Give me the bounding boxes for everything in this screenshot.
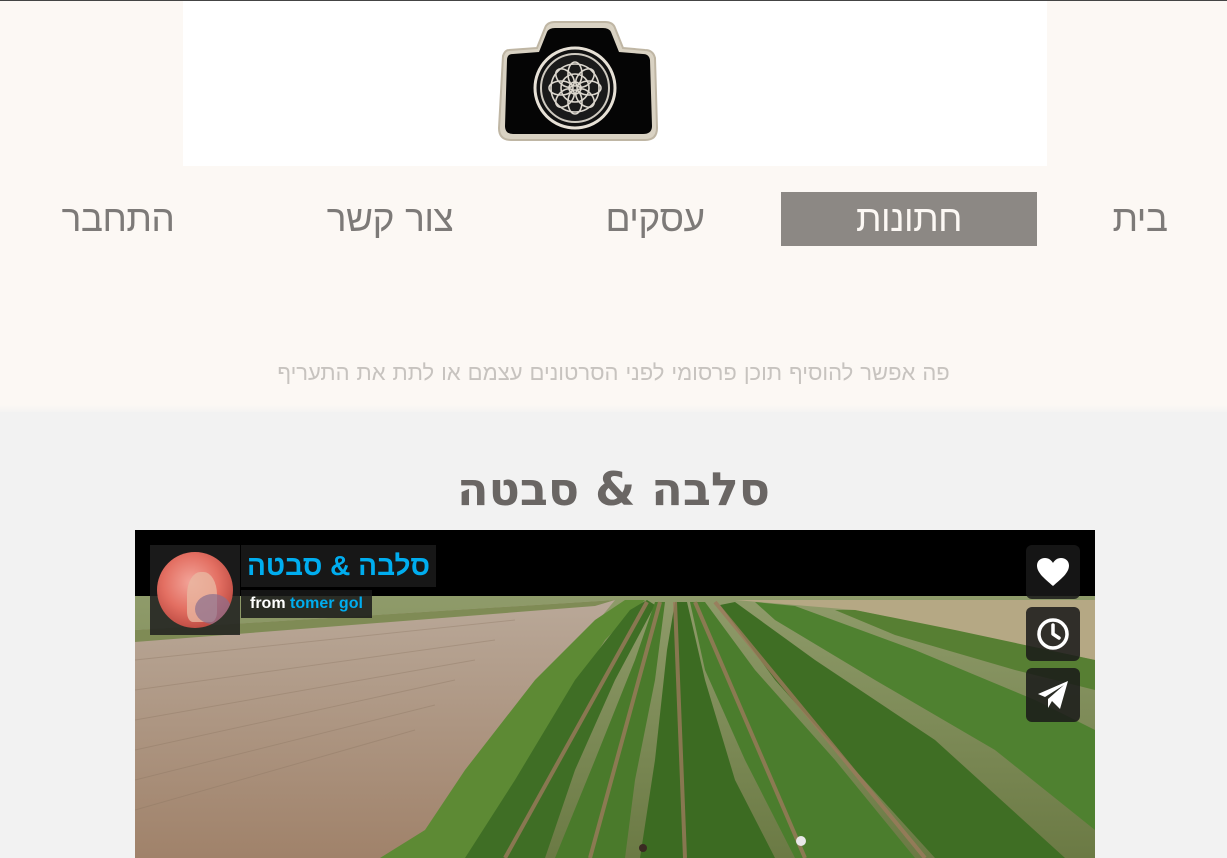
- main-nav: בית חתונות עסקים צור קשר התחבר: [0, 192, 1227, 248]
- video-player[interactable]: סלבה & סבטה from tomer gol: [135, 530, 1095, 858]
- nav-item-contact[interactable]: צור קשר: [300, 192, 480, 246]
- avatar[interactable]: [157, 552, 233, 628]
- camera-logo[interactable]: [495, 18, 659, 144]
- share-button[interactable]: [1026, 668, 1080, 722]
- like-button[interactable]: [1026, 545, 1080, 599]
- byline-prefix: from: [250, 595, 286, 612]
- author-link[interactable]: tomer gol: [290, 595, 363, 612]
- promo-text: פה אפשר להוסיף תוכן פרסומי לפני הסרטונים…: [277, 361, 950, 386]
- nav-item-businesses[interactable]: עסקים: [575, 192, 735, 246]
- heart-icon: [1037, 558, 1069, 586]
- byline: from tomer gol: [241, 590, 372, 618]
- nav-item-login[interactable]: התחבר: [45, 192, 191, 246]
- send-icon: [1038, 681, 1068, 709]
- author-avatar-frame[interactable]: [150, 545, 240, 635]
- watch-later-button[interactable]: [1026, 607, 1080, 661]
- video-title: סלבה & סבטה: [456, 462, 771, 516]
- player-video-title[interactable]: סלבה & סבטה: [241, 545, 437, 587]
- clock-icon: [1037, 618, 1069, 650]
- nav-item-weddings[interactable]: חתונות: [781, 192, 1037, 246]
- nav-item-home[interactable]: בית: [1090, 192, 1190, 246]
